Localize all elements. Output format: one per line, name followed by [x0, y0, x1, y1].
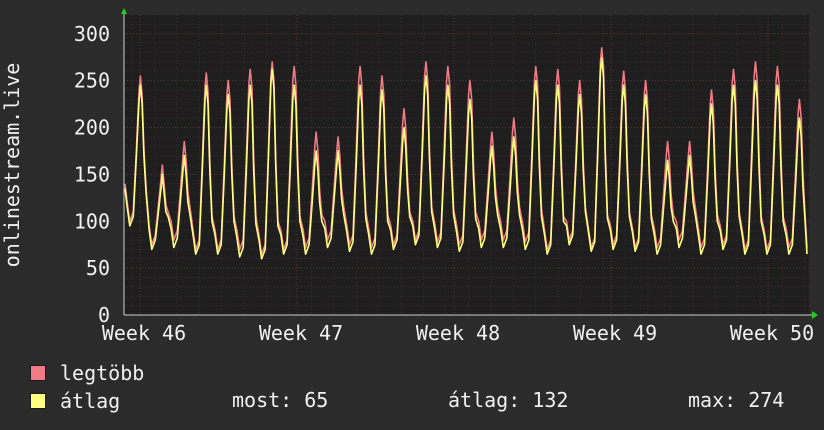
x-tick-label: Week 50 [730, 321, 814, 345]
legend-label-max: legtöbb [60, 361, 145, 385]
legend-swatch-avg [30, 393, 46, 409]
legend-label-avg: átlag [60, 389, 121, 413]
x-tick-label: Week 49 [573, 321, 657, 345]
y-tick-label: 50 [86, 256, 110, 280]
stat-maximum: max: 274 [688, 388, 785, 412]
x-tick-label: Week 47 [259, 321, 343, 345]
stat-current: most: 65 [232, 388, 329, 412]
y-tick-label: 200 [74, 116, 110, 140]
legend-item-max: legtöbb [30, 361, 144, 385]
y-tick-label: 150 [74, 162, 110, 186]
y-tick-label: 300 [74, 22, 110, 46]
x-tick-label: Week 48 [416, 321, 500, 345]
x-tick-label: Week 46 [102, 321, 186, 345]
y-axis-arrow [121, 8, 127, 14]
legend-item-avg: átlag [30, 389, 120, 413]
y-tick-label: 100 [74, 209, 110, 233]
legend-swatch-max [30, 365, 46, 381]
x-axis-arrow [812, 311, 818, 319]
y-axis-label: onlinestream.live [0, 63, 24, 268]
stat-average: átlag: 132 [448, 388, 569, 412]
y-tick-label: 250 [74, 69, 110, 93]
